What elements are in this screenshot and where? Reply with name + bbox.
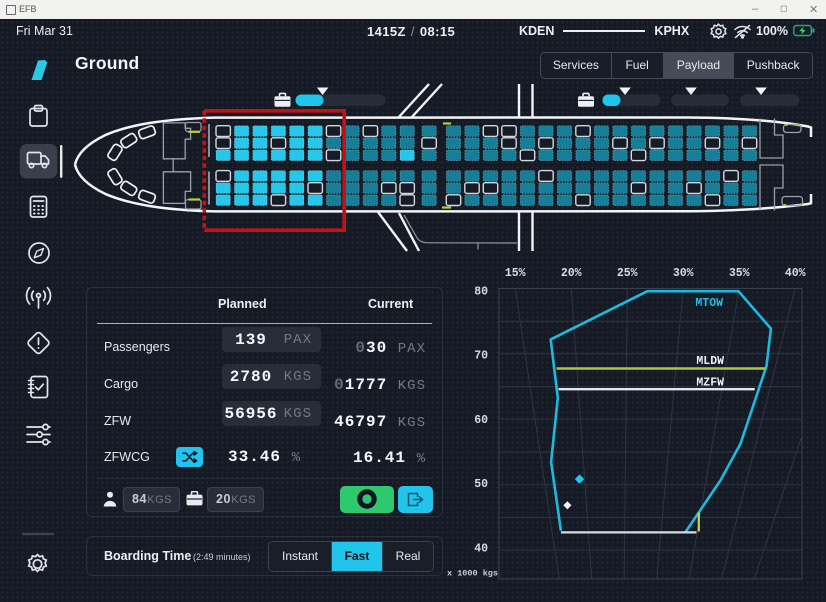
svg-text:80: 80 — [474, 286, 488, 299]
svg-text:20%: 20% — [561, 267, 582, 280]
svg-text:MTOW: MTOW — [695, 297, 723, 310]
svg-text:60: 60 — [474, 414, 488, 427]
svg-text:MLDW: MLDW — [696, 355, 724, 368]
svg-text:MZFW: MZFW — [696, 377, 724, 390]
svg-text:70: 70 — [474, 349, 488, 362]
svg-text:35%: 35% — [729, 267, 750, 280]
svg-text:15%: 15% — [505, 267, 526, 280]
svg-text:x 1000 kgs: x 1000 kgs — [447, 569, 498, 579]
svg-text:50: 50 — [474, 478, 488, 491]
svg-text:30%: 30% — [673, 267, 694, 280]
svg-text:40%: 40% — [785, 267, 806, 280]
svg-text:40: 40 — [474, 542, 488, 555]
svg-text:25%: 25% — [617, 267, 638, 280]
